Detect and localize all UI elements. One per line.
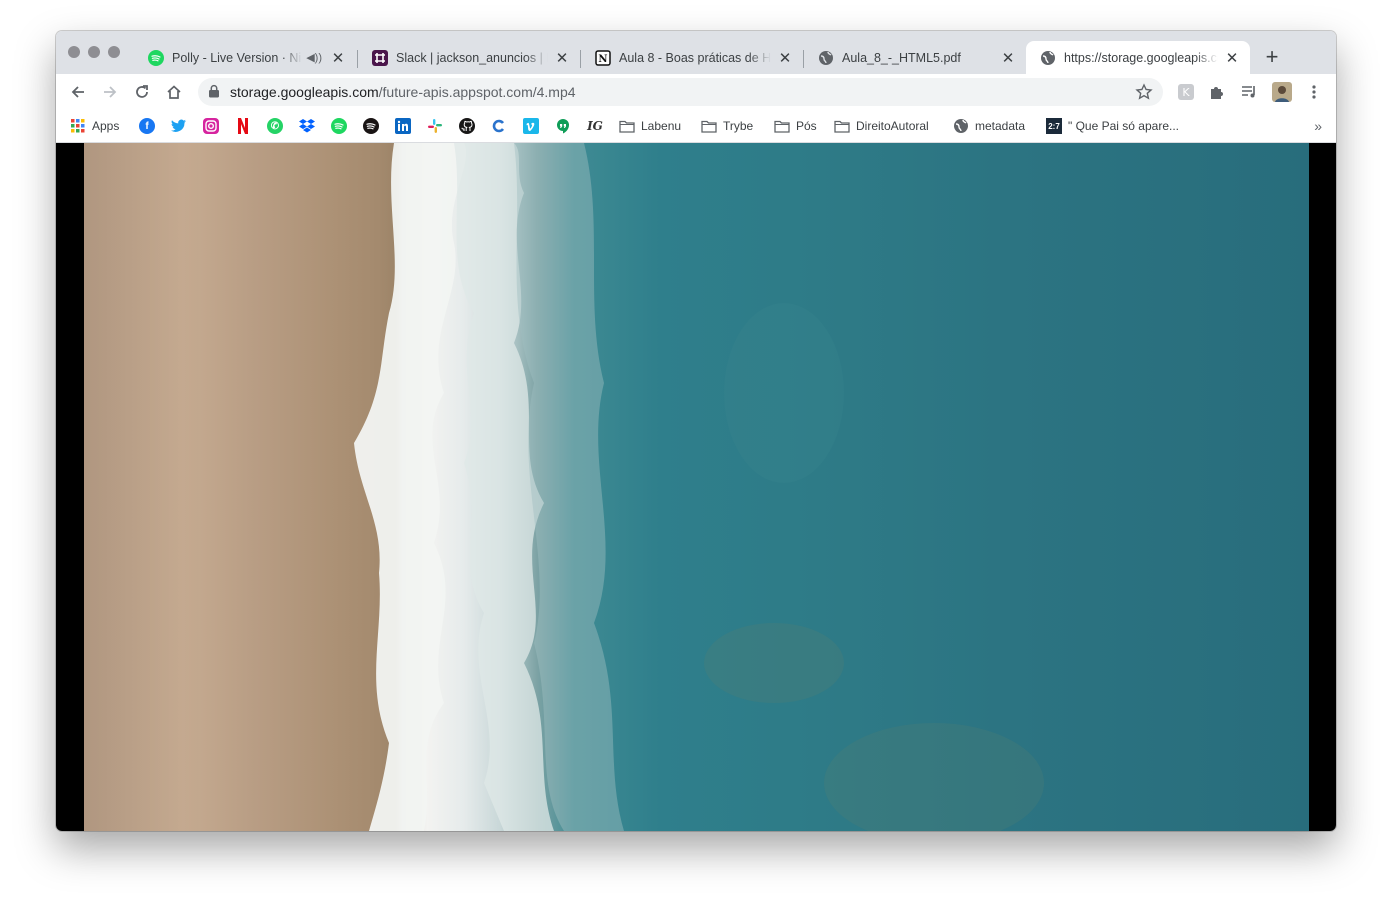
apps-grid-icon xyxy=(70,118,86,134)
slack-icon[interactable] xyxy=(427,118,443,134)
folder-icon xyxy=(701,118,717,134)
new-tab-button[interactable]: + xyxy=(1260,44,1284,69)
extensions-puzzle-icon[interactable] xyxy=(1207,82,1227,102)
globe-icon xyxy=(818,50,834,66)
dropbox-icon[interactable] xyxy=(299,118,315,134)
news-badge-icon: 2:7 xyxy=(1046,118,1062,134)
ig-label: IG xyxy=(587,119,603,133)
bookmark-label: Pós xyxy=(796,119,817,133)
ig-icon[interactable]: IG xyxy=(587,118,603,134)
close-tab-icon[interactable]: ✕ xyxy=(554,50,570,67)
beach-wave-foam xyxy=(84,143,1044,831)
navigation-toolbar: storage.googleapis.com/future-apis.appsp… xyxy=(56,74,1336,110)
slack-icon xyxy=(372,49,388,66)
twitter-icon[interactable] xyxy=(171,118,187,134)
folder-icon xyxy=(834,118,850,134)
bookmark-label: Trybe xyxy=(723,119,754,133)
tab-title: Aula_8_-_HTML5.pdf xyxy=(842,50,961,65)
tab-video-active[interactable]: https://storage.googleapis.com/future-ap… xyxy=(1026,41,1250,74)
tab-title: Slack | jackson_anuncios | Labenu xyxy=(396,50,548,65)
close-tab-icon[interactable]: ✕ xyxy=(330,50,346,67)
zoom-window-button[interactable] xyxy=(108,46,120,58)
back-icon[interactable] xyxy=(66,80,90,104)
reload-icon[interactable] xyxy=(130,80,154,104)
close-window-button[interactable] xyxy=(68,46,80,58)
folder-icon xyxy=(774,118,790,134)
extension-k-icon[interactable]: K xyxy=(1176,82,1196,102)
bookmark-que-pai[interactable]: 2:7 " Que Pai só apare... xyxy=(1046,117,1179,135)
bookmark-star-icon[interactable] xyxy=(1135,83,1153,106)
bookmark-label: metadata xyxy=(975,119,1026,133)
bookmark-folder-trybe[interactable]: Trybe xyxy=(701,117,753,135)
bookmarks-bar: Apps f ✆ IG Labenu Trybe Pós DireitoAuto… xyxy=(56,110,1336,143)
media-queue-icon[interactable] xyxy=(1239,82,1259,102)
address-bar[interactable]: storage.googleapis.com/future-apis.appsp… xyxy=(198,78,1163,106)
bookmarks-overflow-icon[interactable]: » xyxy=(1314,118,1322,134)
speaker-icon[interactable]: ◀︎)) xyxy=(306,51,322,64)
notion-icon: N xyxy=(595,49,611,66)
tab-polly[interactable]: Polly - Live Version · Nirvana ◀︎)) ✕ xyxy=(134,41,356,74)
svg-text:K: K xyxy=(1182,86,1190,99)
vimeo-icon[interactable] xyxy=(523,118,539,134)
hangouts-icon[interactable] xyxy=(555,118,571,134)
bookmark-folder-labenu[interactable]: Labenu xyxy=(619,117,681,135)
tab-bar: Polly - Live Version · Nirvana ◀︎)) ✕ Sl… xyxy=(56,31,1336,74)
bookmark-label: " Que Pai só apare... xyxy=(1068,119,1179,133)
netflix-icon[interactable] xyxy=(235,118,251,134)
bookmark-label: DireitoAutoral xyxy=(856,119,929,133)
bookmark-label: Labenu xyxy=(641,119,682,133)
facebook-icon[interactable]: f xyxy=(139,118,155,134)
minimize-window-button[interactable] xyxy=(88,46,100,58)
tab-title: https://storage.googleapis.com/future-ap… xyxy=(1064,50,1218,65)
tab-title: Polly - Live Version · Nirvana xyxy=(172,50,302,65)
lock-icon[interactable] xyxy=(208,84,220,103)
url-path: /future-apis.appspot.com/4.mp4 xyxy=(378,84,576,100)
spotify-dark-icon[interactable] xyxy=(363,118,379,134)
browser-window: Polly - Live Version · Nirvana ◀︎)) ✕ Sl… xyxy=(56,31,1336,831)
bookmark-folder-pos[interactable]: Pós xyxy=(774,117,817,135)
home-icon[interactable] xyxy=(162,80,186,104)
video-page xyxy=(56,143,1336,831)
bookmark-label: Apps xyxy=(92,119,120,133)
whatsapp-icon[interactable]: ✆ xyxy=(267,118,283,134)
instagram-icon[interactable] xyxy=(203,118,219,134)
profile-avatar-icon[interactable] xyxy=(1272,82,1292,102)
bookmark-folder-direitoautoral[interactable]: DireitoAutoral xyxy=(834,117,929,135)
forward-icon[interactable] xyxy=(98,80,122,104)
close-tab-icon[interactable]: ✕ xyxy=(1000,50,1016,67)
tab-slack[interactable]: Slack | jackson_anuncios | Labenu ✕ xyxy=(358,41,580,74)
bookmark-metadata[interactable]: metadata xyxy=(953,117,1025,135)
github-icon[interactable] xyxy=(459,118,475,134)
tab-title: Aula 8 - Boas práticas de HTML xyxy=(619,50,771,65)
globe-icon xyxy=(1040,50,1056,66)
close-tab-icon[interactable]: ✕ xyxy=(1224,50,1240,67)
close-tab-icon[interactable]: ✕ xyxy=(777,50,793,67)
globe-icon xyxy=(953,118,969,134)
chrome-menu-icon[interactable] xyxy=(1304,82,1324,102)
coursera-icon[interactable] xyxy=(491,118,507,134)
news-badge-text: 2:7 xyxy=(1048,121,1060,131)
bookmark-apps[interactable]: Apps xyxy=(70,117,119,135)
svg-text:N: N xyxy=(598,54,607,65)
spotify-icon xyxy=(148,49,164,66)
video-player[interactable] xyxy=(84,143,1309,831)
spotify-icon[interactable] xyxy=(331,118,347,134)
linkedin-icon[interactable] xyxy=(395,118,411,134)
url-host: storage.googleapis.com xyxy=(230,84,379,100)
tab-aula8[interactable]: N Aula 8 - Boas práticas de HTML ✕ xyxy=(581,41,803,74)
tab-pdf[interactable]: Aula_8_-_HTML5.pdf ✕ xyxy=(804,41,1026,74)
folder-icon xyxy=(619,118,635,134)
url-text: storage.googleapis.com/future-apis.appsp… xyxy=(230,84,576,100)
